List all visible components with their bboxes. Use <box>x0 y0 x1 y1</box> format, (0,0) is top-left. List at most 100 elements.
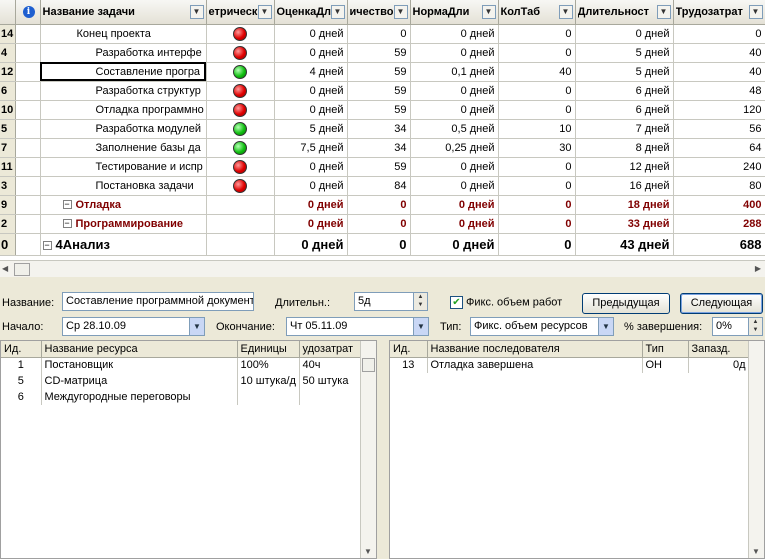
chevron-down-icon[interactable]: ▼ <box>189 318 204 335</box>
scroll-right-icon[interactable]: ▶ <box>755 264 761 273</box>
resources-cell[interactable]: 5 <box>1 373 42 389</box>
norma-cell[interactable]: 0,25 дней <box>410 138 499 158</box>
kolichestvo-cell[interactable]: 0 <box>347 24 411 44</box>
previous-button[interactable]: Предыдущая <box>582 293 670 314</box>
resources-cell[interactable]: 1 <box>1 357 42 373</box>
spin-down-icon[interactable]: ▼ <box>414 301 427 309</box>
task-row[interactable]: 2− Программирование 0 дней 0 0 дней 0 33 дней 2… <box>0 214 765 234</box>
row-id-header[interactable] <box>0 0 16 25</box>
successors-cell[interactable]: 13 <box>390 357 428 373</box>
norma-cell[interactable]: 0 дней <box>410 100 499 120</box>
scroll-down-icon[interactable]: ▼ <box>364 547 372 556</box>
row-id[interactable]: 6 <box>0 81 16 101</box>
dlit-cell[interactable]: 8 дней <box>575 138 674 158</box>
chevron-down-icon[interactable]: ▼ <box>393 5 408 19</box>
info-header[interactable]: i <box>15 0 41 25</box>
ocenka-cell[interactable]: 5 дней <box>274 119 348 139</box>
successors-cell[interactable]: ОН <box>642 357 689 373</box>
norma-cell[interactable]: 0 дней <box>410 195 499 215</box>
kolichestvo-cell[interactable]: 0 <box>347 214 411 234</box>
koltab-cell[interactable]: 0 <box>498 157 576 177</box>
finish-date-combo[interactable]: Чт 05.11.09 ▼ <box>286 317 429 336</box>
task-row[interactable]: 14 Конец проекта 0 дней 0 0 дней 0 0 дней 0 <box>0 24 765 44</box>
dlit-cell[interactable]: 6 дней <box>575 100 674 120</box>
successors-column-header[interactable]: Ид. <box>390 341 428 358</box>
scrollbar-thumb[interactable] <box>362 358 375 372</box>
row-id[interactable]: 0 <box>0 233 16 256</box>
norm-header[interactable]: НормаДли ▼ <box>410 0 499 25</box>
koltab-cell[interactable]: 0 <box>498 81 576 101</box>
trud-cell[interactable]: 400 <box>673 195 765 215</box>
norma-cell[interactable]: 0,5 дней <box>410 119 499 139</box>
ocenka-cell[interactable]: 4 дней <box>274 62 348 82</box>
chevron-down-icon[interactable]: ▼ <box>330 5 345 19</box>
resources-cell[interactable]: Постановщик <box>41 357 238 373</box>
resources-cell[interactable]: CD-матрица <box>41 373 238 389</box>
dlit-cell[interactable]: 7 дней <box>575 119 674 139</box>
work-header[interactable]: Трудозатрат ▼ <box>673 0 765 25</box>
collapse-icon[interactable]: − <box>62 200 72 210</box>
dlit-cell[interactable]: 5 дней <box>575 62 674 82</box>
resources-cell[interactable]: Междугородные переговоры <box>41 389 238 405</box>
chevron-down-icon[interactable]: ▼ <box>413 318 428 335</box>
trud-cell[interactable]: 240 <box>673 157 765 177</box>
task-row[interactable]: 3 Постановка задачи 0 дней 84 0 дней 0 16 дней… <box>0 176 765 196</box>
ocenka-cell[interactable]: 0 дней <box>274 176 348 196</box>
resources-row[interactable]: 1 Постановщик 100% 40ч <box>1 357 362 373</box>
task-name-cell[interactable]: Разработка структур <box>40 81 207 101</box>
task-type-combo[interactable]: Фикс. объем ресурсов ▼ <box>470 317 614 336</box>
resources-cell[interactable] <box>237 389 300 405</box>
row-id[interactable]: 11 <box>0 157 16 177</box>
chevron-down-icon[interactable]: ▼ <box>656 5 671 19</box>
kolichestvo-cell[interactable]: 34 <box>347 119 411 139</box>
norma-cell[interactable]: 0 дней <box>410 157 499 177</box>
ocenka-cell[interactable]: 7,5 дней <box>274 138 348 158</box>
task-row[interactable]: 7 Заполнение базы да 7,5 дней 34 0,25 дней 30… <box>0 138 765 158</box>
scroll-down-icon[interactable]: ▼ <box>752 547 760 556</box>
successors-column-header[interactable]: Тип <box>642 341 689 358</box>
task-name-cell[interactable]: Конец проекта <box>40 24 207 44</box>
norma-cell[interactable]: 0 дней <box>410 176 499 196</box>
resources-cell[interactable]: 40ч <box>299 357 362 373</box>
koltab-cell[interactable]: 0 <box>498 195 576 215</box>
koltab-cell[interactable]: 10 <box>498 119 576 139</box>
successors-row[interactable]: 13 Отладка завершена ОН 0д <box>390 357 750 373</box>
spin-up-icon[interactable]: ▲ <box>749 318 762 326</box>
duration-spinner[interactable]: ▲ ▼ <box>413 293 427 310</box>
start-date-combo[interactable]: Ср 28.10.09 ▼ <box>62 317 205 336</box>
trud-cell[interactable]: 40 <box>673 62 765 82</box>
task-row[interactable]: 12 Составление програ 4 дней 59 0,1 дней 40 5 … <box>0 62 765 82</box>
koltab-cell[interactable]: 0 <box>498 24 576 44</box>
estimate-header[interactable]: ОценкаДл ▼ <box>274 0 348 25</box>
task-name-cell[interactable]: Разработка модулей <box>40 119 207 139</box>
kolichestvo-cell[interactable]: 34 <box>347 138 411 158</box>
task-name-cell[interactable]: Составление програ <box>40 62 207 82</box>
kolichestvo-cell[interactable]: 0 <box>347 233 411 256</box>
trud-cell[interactable]: 120 <box>673 100 765 120</box>
trud-cell[interactable]: 56 <box>673 119 765 139</box>
koltab-cell[interactable]: 0 <box>498 233 576 256</box>
row-id[interactable]: 2 <box>0 214 16 234</box>
norma-cell[interactable]: 0 дней <box>410 233 499 256</box>
dlit-cell[interactable]: 33 дней <box>575 214 674 234</box>
row-id[interactable]: 9 <box>0 195 16 215</box>
scrollbar-thumb[interactable] <box>14 263 30 276</box>
row-id[interactable]: 7 <box>0 138 16 158</box>
task-name-cell[interactable]: Тестирование и испр <box>40 157 207 177</box>
horizontal-scrollbar[interactable]: ◀ ▶ <box>0 260 765 277</box>
dlit-cell[interactable]: 6 дней <box>575 81 674 101</box>
ocenka-cell[interactable]: 0 дней <box>274 195 348 215</box>
task-row[interactable]: 5 Разработка модулей 5 дней 34 0,5 дней 10 7 д… <box>0 119 765 139</box>
chevron-down-icon[interactable]: ▼ <box>189 5 204 19</box>
successors-column-header[interactable]: Название последователя <box>427 341 643 358</box>
task-row[interactable]: 9− Отладка 0 дней 0 0 дней 0 18 дней 400 <box>0 195 765 215</box>
successors-column-header[interactable]: Запазд. <box>688 341 750 358</box>
ocenka-cell[interactable]: 0 дней <box>274 43 348 63</box>
quantity-header[interactable]: ичествоР ▼ <box>347 0 411 25</box>
resources-column-header[interactable]: удозатрат <box>299 341 362 358</box>
trud-cell[interactable]: 0 <box>673 24 765 44</box>
kolichestvo-cell[interactable]: 59 <box>347 43 411 63</box>
resources-cell[interactable] <box>299 389 362 405</box>
successors-vertical-scrollbar[interactable]: ▼ <box>748 341 764 558</box>
norma-cell[interactable]: 0 дней <box>410 214 499 234</box>
